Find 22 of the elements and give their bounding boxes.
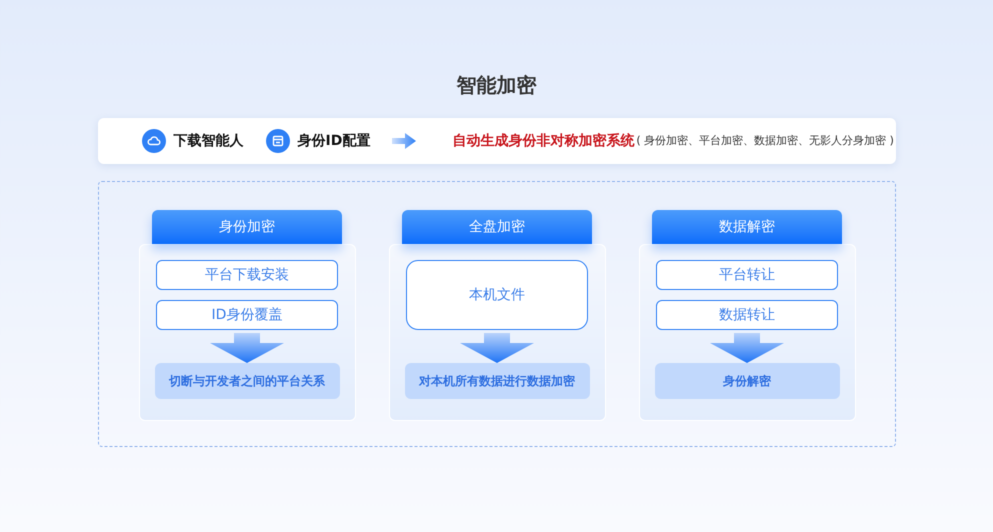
down-arrow-icon (210, 333, 284, 363)
window-icon (266, 129, 290, 153)
outcome-box: 对本机所有数据进行数据加密 (404, 363, 590, 399)
column-header: 数据解密 (652, 210, 842, 244)
result-text: 自动生成身份非对称加密系统 (452, 132, 634, 150)
step-box: 平台下载安装 (156, 260, 338, 290)
step-box: 数据转让 (656, 300, 838, 330)
step-label: 身份ID配置 (298, 132, 370, 150)
outcome-box: 切断与开发者之间的平台关系 (154, 363, 340, 399)
down-arrow-icon (710, 333, 784, 363)
outcome-box: 身份解密 (654, 363, 840, 399)
page-title: 智能加密 (456, 72, 536, 99)
step-box: 本机文件 (406, 260, 588, 330)
column-header: 身份加密 (152, 210, 342, 244)
right-arrow-icon (392, 133, 416, 149)
column-header: 全盘加密 (402, 210, 592, 244)
down-arrow-icon (460, 333, 534, 363)
step-box: ID身份覆盖 (156, 300, 338, 330)
step-label: 下载智能人 (174, 132, 244, 150)
cloud-icon (142, 129, 166, 153)
result-note: ( 身份加密、平台加密、数据加密、无影人分身加密 ) (636, 132, 894, 149)
step-box: 平台转让 (656, 260, 838, 290)
